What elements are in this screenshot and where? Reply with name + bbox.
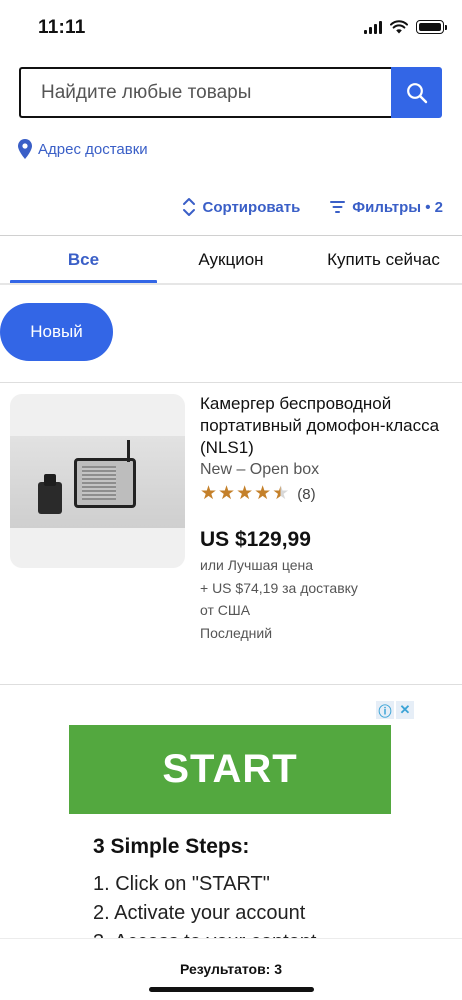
search-icon <box>406 82 427 103</box>
condition-filter-chip[interactable]: Новый <box>0 303 113 361</box>
star-icon: ★ <box>272 483 290 504</box>
filters-label: Фильтры • 2 <box>352 198 443 216</box>
sort-label: Сортировать <box>202 198 301 216</box>
star-icon: ★ <box>218 483 236 504</box>
ad-heading: 3 Simple Steps: <box>93 835 250 858</box>
ad-info-icon[interactable]: ⓘ <box>376 701 394 719</box>
sort-button[interactable]: Сортировать <box>182 197 301 217</box>
best-offer-text: или Лучшая цена <box>200 557 313 573</box>
ad-close-icon[interactable]: ✕ <box>396 701 414 719</box>
search-input[interactable] <box>19 67 391 118</box>
tab-all[interactable]: Все <box>10 236 157 284</box>
ad-step: 2. Activate your account <box>93 902 306 924</box>
rating-count: (8) <box>297 485 316 503</box>
listing-rating: ★ ★ ★ ★ ★ (8) <box>200 484 316 504</box>
last-item-notice: Последний <box>200 625 273 641</box>
home-indicator[interactable] <box>149 987 314 992</box>
search-bar <box>19 67 442 118</box>
status-bar: 11:11 <box>0 0 462 56</box>
results-count: Результатов: 3 <box>179 961 283 977</box>
star-icon: ★ <box>236 483 254 504</box>
star-icon: ★ <box>254 483 272 504</box>
search-button[interactable] <box>391 67 442 118</box>
results-controls: Сортировать Фильтры • 2 <box>182 197 443 217</box>
delivery-address-link[interactable]: Адрес доставки <box>18 139 148 159</box>
sort-icon <box>182 198 195 216</box>
status-time: 11:11 <box>38 17 86 38</box>
results-footer: Результатов: 3 <box>0 938 462 1000</box>
listing-type-tabs: Все Аукцион Купить сейчас <box>10 236 462 284</box>
item-location: от США <box>200 602 251 618</box>
cellular-signal-icon <box>364 20 382 34</box>
divider <box>0 283 462 285</box>
wifi-icon <box>390 20 408 34</box>
battery-icon <box>416 20 447 34</box>
tab-auction[interactable]: Аукцион <box>157 236 305 284</box>
filters-button[interactable]: Фильтры • 2 <box>330 199 443 216</box>
rating-stars: ★ ★ ★ ★ ★ <box>200 484 289 504</box>
divider <box>0 382 462 383</box>
tab-buy-now[interactable]: Купить сейчас <box>305 236 462 284</box>
ad-controls: ⓘ ✕ <box>376 701 414 719</box>
listing-image[interactable] <box>10 394 185 568</box>
shipping-cost: + US $74,19 за доставку <box>200 580 358 596</box>
star-icon: ★ <box>200 483 218 504</box>
ad-banner[interactable]: ⓘ ✕ START 3 Simple Steps: 1. Click on "S… <box>0 685 462 953</box>
status-icons <box>364 20 447 34</box>
listing-condition: New – Open box <box>200 461 320 478</box>
ad-start-button[interactable]: START <box>69 725 391 814</box>
filter-icon <box>330 201 346 213</box>
ad-step: 1. Click on "START" <box>93 873 270 895</box>
delivery-address-label: Адрес доставки <box>38 140 148 158</box>
listing-price: US $129,99 <box>200 528 311 551</box>
location-pin-icon <box>18 139 32 159</box>
listing-title[interactable]: Камергер беспроводной портативный домофо… <box>200 393 455 459</box>
